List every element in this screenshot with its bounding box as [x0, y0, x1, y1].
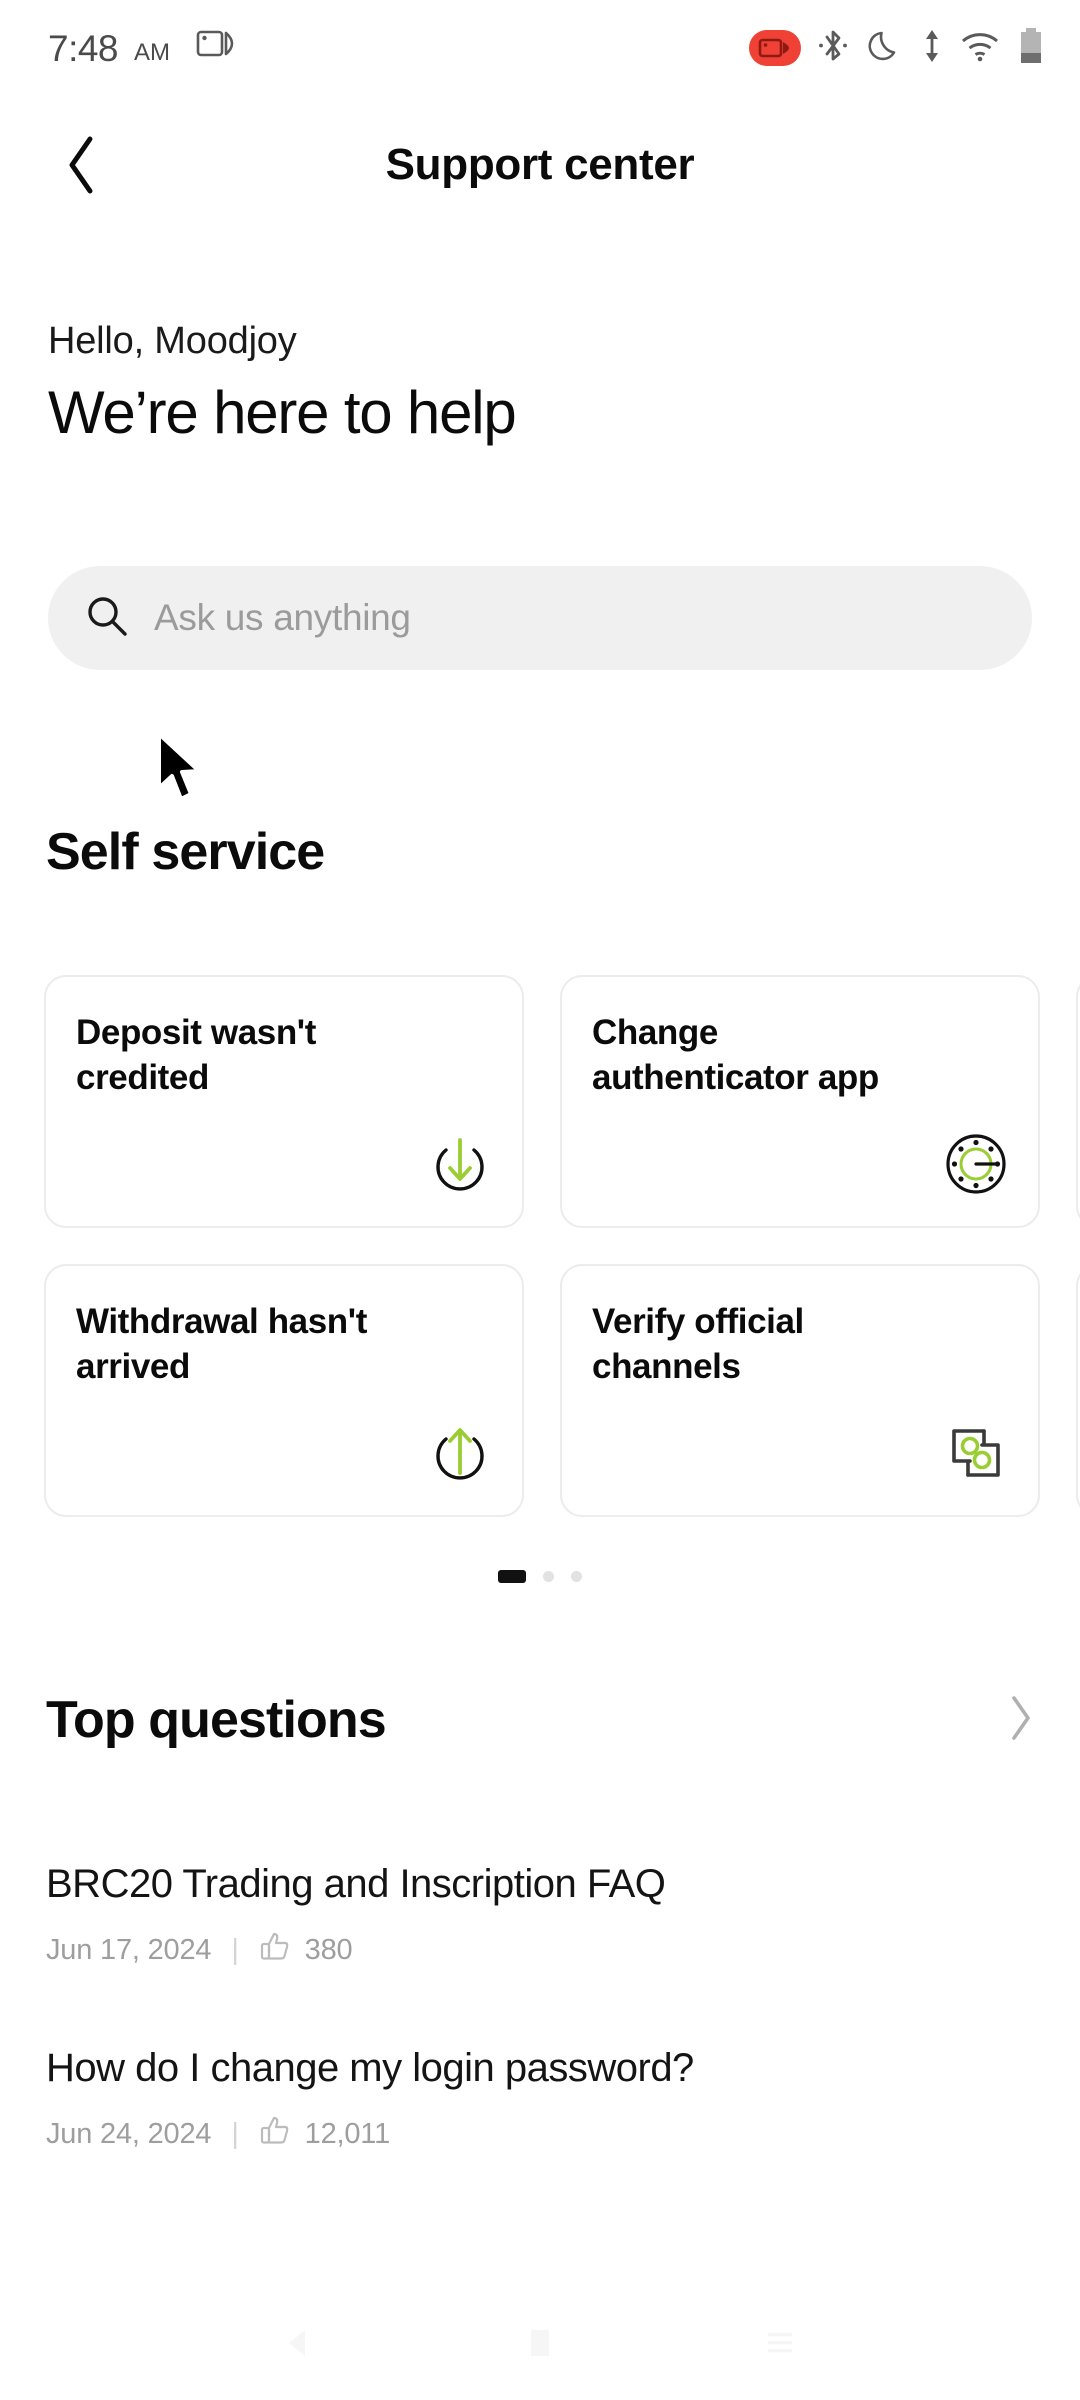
bluetooth-icon [818, 27, 848, 70]
status-bar-left: 7:48 AM [48, 30, 236, 67]
authenticator-dial-icon [940, 1128, 1012, 1200]
home-nav-icon[interactable] [517, 2320, 563, 2371]
app-bar: Support center [0, 110, 1080, 220]
card-label: Deposit wasn't credited [76, 1013, 316, 1097]
android-nav-bar[interactable] [0, 2290, 1080, 2400]
back-nav-icon[interactable] [277, 2320, 323, 2371]
question-date: Jun 24, 2024 [46, 2117, 212, 2150]
recents-nav-icon[interactable] [757, 2320, 803, 2371]
card-label: Withdrawal hasn't arrived [76, 1302, 367, 1386]
self-service-title: Self service [46, 823, 325, 881]
battery-icon [1018, 26, 1044, 71]
card-row-1: Deposit wasn't credited Change authentic… [44, 975, 1080, 1228]
self-service-carousel[interactable]: Deposit wasn't credited Change authentic… [44, 975, 1080, 1553]
top-questions-header[interactable]: Top questions [46, 1690, 1036, 1750]
thumbs-up-icon [259, 2114, 291, 2154]
likes-count: 380 [304, 1933, 353, 1966]
status-bar-right [749, 26, 1044, 71]
do-not-disturb-moon-icon [865, 26, 905, 71]
greeting-block: Hello, Moodjoy We’re here to help [48, 320, 517, 446]
list-item[interactable]: BRC20 Trading and Inscription FAQ Jun 17… [46, 1860, 1036, 1970]
card-label: Change authenticator app [592, 1013, 879, 1097]
question-title: How do I change my login password? [46, 2046, 694, 2090]
top-questions-list: BRC20 Trading and Inscription FAQ Jun 17… [46, 1860, 1036, 2228]
phone-screen: 7:48 AM Support center Hello, Moodjoy We… [0, 0, 1080, 2400]
mouse-cursor [153, 731, 209, 807]
data-transfer-icon [922, 27, 942, 70]
pagination-dot-1[interactable] [498, 1570, 526, 1583]
status-ampm: AM [134, 38, 171, 66]
search-icon [84, 593, 130, 644]
wifi-icon [959, 30, 1001, 67]
likes-count: 12,011 [304, 2117, 391, 2150]
back-button[interactable] [48, 130, 118, 200]
card-row-2: Withdrawal hasn't arrived Verify officia… [44, 1264, 1080, 1517]
search-bar[interactable]: Ask us anything [48, 566, 1032, 670]
greeting-hello: Hello, Moodjoy [48, 320, 297, 362]
meta-separator: | [231, 1933, 239, 1966]
question-meta: Jun 17, 2024 | 380 [46, 1930, 1036, 1970]
pagination-dot-3[interactable] [571, 1571, 582, 1582]
top-questions-title: Top questions [46, 1691, 387, 1749]
card-deposit-not-credited[interactable]: Deposit wasn't credited [44, 975, 524, 1228]
list-item[interactable]: How do I change my login password? Jun 2… [46, 2044, 1036, 2154]
search-input[interactable]: Ask us anything [154, 597, 411, 639]
arrow-down-circle-icon [424, 1128, 496, 1200]
linked-screens-icon [940, 1417, 1012, 1489]
question-meta: Jun 24, 2024 | 12,011 [46, 2114, 1036, 2154]
question-date: Jun 17, 2024 [46, 1933, 212, 1966]
question-title: BRC20 Trading and Inscription FAQ [46, 1862, 666, 1906]
screen-record-icon [749, 30, 801, 66]
card-withdrawal-not-arrived[interactable]: Withdrawal hasn't arrived [44, 1264, 524, 1517]
status-bar: 7:48 AM [0, 0, 1080, 96]
greeting-headline: We’re here to help [48, 379, 517, 446]
question-likes: 380 [259, 1930, 353, 1970]
arrow-up-circle-icon [424, 1417, 496, 1489]
page-title: Support center [385, 140, 695, 189]
card-next-peek[interactable] [1076, 1264, 1080, 1517]
question-likes: 12,011 [259, 2114, 390, 2154]
screen-cast-icon [196, 27, 236, 64]
card-change-authenticator-app[interactable]: Change authenticator app [560, 975, 1040, 1228]
meta-separator: | [231, 2117, 239, 2150]
card-next-peek[interactable] [1076, 975, 1080, 1228]
pagination-dot-2[interactable] [543, 1571, 554, 1582]
card-verify-official-channels[interactable]: Verify official channels [560, 1264, 1040, 1517]
card-label: Verify official channels [592, 1302, 804, 1386]
chevron-right-icon[interactable] [1006, 1693, 1036, 1748]
thumbs-up-icon [259, 1930, 291, 1970]
status-time: 7:48 [48, 27, 119, 69]
carousel-pagination[interactable] [0, 1570, 1080, 1583]
